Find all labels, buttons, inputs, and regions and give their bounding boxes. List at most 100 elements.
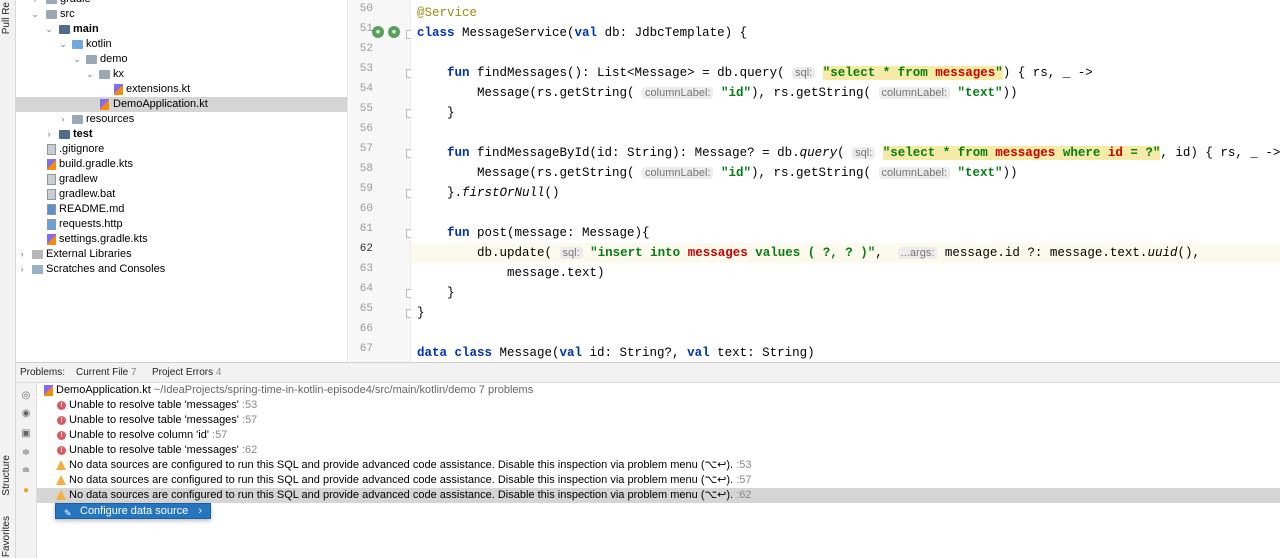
structure-tab[interactable]: Structure	[1, 455, 12, 496]
favorites-tab[interactable]: Favorites	[1, 516, 12, 557]
code-line-58: Message(rs.getString( columnLabel: "id")…	[417, 166, 1018, 180]
tree-item-build-gradle-kts[interactable]: build.gradle.kts	[16, 157, 347, 172]
markdown-file-icon	[47, 204, 56, 215]
chevron-down-icon[interactable]: ⌄	[44, 22, 54, 37]
pull-requests-tab[interactable]: Pull Re	[1, 2, 12, 34]
chevron-down-icon[interactable]: ⌄	[30, 7, 40, 22]
tree-item-gradle[interactable]: › gradle	[16, 0, 347, 7]
chevron-right-icon[interactable]: ›	[44, 127, 54, 142]
tree-item-kotlin[interactable]: ⌄ kotlin	[16, 37, 347, 52]
problem-item-selected[interactable]: No data sources are configured to run th…	[37, 488, 1280, 503]
folder-icon	[46, 0, 57, 4]
tree-item-gitignore[interactable]: .gitignore	[16, 142, 347, 157]
tab-project-errors[interactable]: Project Errors 4	[152, 367, 221, 378]
tree-item-extensions-kt[interactable]: extensions.kt	[16, 82, 347, 97]
chevron-down-icon[interactable]: ⌄	[85, 67, 95, 82]
tree-item-demoapplication-kt[interactable]: DemoApplication.kt	[16, 97, 347, 112]
package-icon	[86, 55, 97, 64]
code-line-53: fun findMessages(): List<Message> = db.q…	[447, 66, 1093, 80]
warning-icon	[56, 475, 66, 485]
line-number: 64	[359, 283, 373, 295]
http-file-icon	[47, 219, 56, 230]
autoscroll-icon[interactable]: ◎	[20, 390, 32, 402]
line-number: 60	[359, 203, 373, 215]
line-number: 58	[359, 163, 373, 175]
source-folder-icon	[72, 40, 83, 49]
line-number: 51	[359, 23, 373, 35]
tree-item-settings-gradle-kts[interactable]: settings.gradle.kts	[16, 232, 347, 247]
kotlin-file-icon	[114, 84, 123, 95]
chevron-down-icon[interactable]: ⌄	[72, 52, 82, 67]
tree-item-test[interactable]: › test	[16, 127, 347, 142]
problem-item[interactable]: No data sources are configured to run th…	[37, 473, 1280, 488]
line-number: 53	[359, 63, 373, 75]
tree-item-src[interactable]: ⌄ src	[16, 7, 347, 22]
file-icon	[47, 144, 56, 155]
tree-item-external-libraries[interactable]: › External Libraries	[16, 247, 347, 262]
tree-item-scratches[interactable]: › Scratches and Consoles	[16, 262, 347, 277]
error-icon: !	[57, 431, 66, 440]
problem-item[interactable]: ! Unable to resolve column 'id' :57	[37, 428, 1280, 443]
chevron-right-icon[interactable]: ›	[198, 504, 202, 518]
file-icon	[47, 189, 56, 200]
problem-item[interactable]: ! Unable to resolve table 'messages' :62	[37, 443, 1280, 458]
line-number: 66	[359, 323, 373, 335]
line-number: 65	[359, 303, 373, 315]
bean-icon[interactable]: ●	[372, 26, 384, 38]
line-number: 52	[359, 43, 373, 55]
chevron-down-icon[interactable]: ⌄	[58, 37, 68, 52]
problem-item[interactable]: No data sources are configured to run th…	[37, 458, 1280, 473]
problems-tab-bar: Problems: Current File 7 Project Errors …	[16, 363, 1280, 383]
chevron-right-icon[interactable]: ›	[17, 262, 27, 277]
problem-item[interactable]: ! Unable to resolve table 'messages' :57	[37, 413, 1280, 428]
code-line-67: data class Message(val id: String?, val …	[417, 346, 815, 360]
chevron-right-icon[interactable]: ›	[30, 0, 40, 7]
folder-icon	[72, 115, 83, 124]
line-number: 59	[359, 183, 373, 195]
code-line-51: class MessageService(val db: JdbcTemplat…	[417, 26, 748, 40]
configure-data-source-label: Configure data source	[80, 505, 189, 517]
problems-file-row[interactable]: DemoApplication.kt ~/IdeaProjects/spring…	[37, 383, 1280, 398]
bean-navigate-icon[interactable]: ●	[388, 26, 400, 38]
lightbulb-icon[interactable]: ●	[20, 485, 32, 497]
wrench-icon: ✎	[64, 508, 72, 518]
code-line-63: message.text)	[417, 266, 605, 280]
eye-icon[interactable]: ◉	[20, 408, 32, 420]
project-tree-panel: › gradle ⌄ src ⌄ main ⌄ kotlin ⌄ demo ⌄ …	[16, 0, 348, 362]
tree-item-main[interactable]: ⌄ main	[16, 22, 347, 37]
problems-title: Problems:	[20, 367, 66, 378]
collapse-all-icon[interactable]: ≐	[20, 465, 32, 477]
preview-icon[interactable]: ▣	[20, 428, 32, 440]
libraries-icon	[32, 250, 43, 259]
code-line-62: db.update( sql: "insert into messages va…	[411, 243, 1280, 263]
code-line-64: }	[417, 286, 455, 300]
tree-item-demo[interactable]: ⌄ demo	[16, 52, 347, 67]
file-icon	[47, 174, 56, 185]
tab-current-file[interactable]: Current File 7	[76, 367, 137, 378]
code-editor[interactable]: @Service class MessageService(val db: Jd…	[411, 0, 1280, 362]
configure-data-source-popup[interactable]: ✎ Configure data source ›	[55, 503, 211, 519]
chevron-right-icon[interactable]: ›	[17, 247, 27, 262]
package-icon	[99, 70, 110, 79]
line-number: 55	[359, 103, 373, 115]
line-number: 61	[359, 223, 373, 235]
problem-item[interactable]: ! Unable to resolve table 'messages' :53	[37, 398, 1280, 413]
tree-item-readme-md[interactable]: README.md	[16, 202, 347, 217]
problem-count: 7 problems	[478, 384, 534, 396]
line-number-current: 62	[359, 243, 373, 255]
chevron-right-icon[interactable]: ›	[58, 112, 68, 127]
tree-item-gradlew[interactable]: gradlew	[16, 172, 347, 187]
kotlin-file-icon	[47, 159, 56, 170]
tree-item-kx[interactable]: ⌄ kx	[16, 67, 347, 82]
line-number: 57	[359, 143, 373, 155]
problem-file-name: DemoApplication.kt	[56, 384, 151, 396]
tree-item-requests-http[interactable]: requests.http	[16, 217, 347, 232]
warning-icon	[56, 490, 66, 500]
problems-panel: Problems: Current File 7 Project Errors …	[16, 362, 1280, 558]
code-line-61: fun post(message: Message){	[447, 226, 650, 240]
tree-item-resources[interactable]: › resources	[16, 112, 347, 127]
expand-all-icon[interactable]: ≑	[20, 447, 32, 459]
editor-gutter: 50 51 52 53 54 55 56 57 58 59 60 61 62 6…	[349, 0, 415, 362]
tree-item-gradlew-bat[interactable]: gradlew.bat	[16, 187, 347, 202]
